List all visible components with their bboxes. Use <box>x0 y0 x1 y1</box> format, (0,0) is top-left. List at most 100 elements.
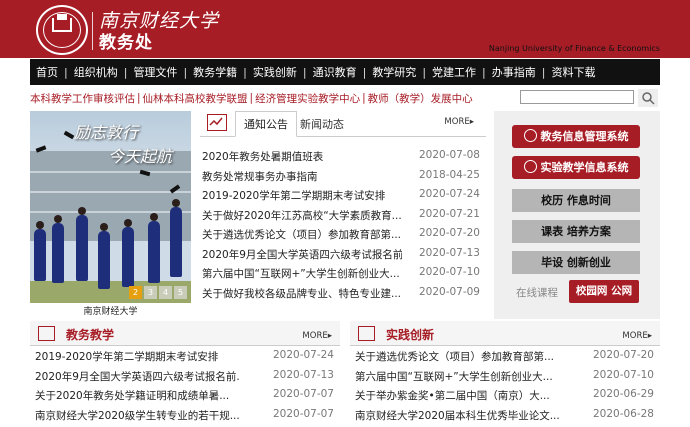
teaching-section: 教务教学 MORE▸ 2019-2020学年第二学期期末考试安排 2020-07-… <box>30 321 340 424</box>
pager-dot-2[interactable]: 3 <box>144 286 157 299</box>
graduate-head <box>78 207 86 215</box>
list-item[interactable]: 关于做好2020年江苏高校“大学素质教育... 2020-07-21 <box>200 206 486 226</box>
list-item[interactable]: 第六届中国“互联网+”大学生创新创业大... 2020-07-10 <box>200 264 486 284</box>
list-item[interactable]: 2020年9月全国大学英语四六级考试报名前... 2020-07-13 <box>200 245 486 265</box>
item-title[interactable]: 教务处常规事务办事指南 <box>202 169 318 184</box>
calendar-schedule-button[interactable]: 校历 作息时间 <box>512 189 640 212</box>
online-course-link[interactable]: 在线课程 <box>516 285 558 300</box>
pager-dot-1[interactable]: 2 <box>129 286 142 299</box>
search-button[interactable] <box>638 89 658 107</box>
list-item[interactable]: 关于遴选优秀论文（项目）参加教育部第... 2020-07-20 <box>200 225 486 245</box>
item-date: 2020-07-20 <box>592 349 654 361</box>
list-item[interactable]: 2019-2020学年第二学期期末考试安排 2020-07-24 <box>30 346 340 366</box>
logo-mark-base <box>52 18 72 32</box>
item-date: 2020-07-10 <box>592 368 654 381</box>
list-item[interactable]: 关于2020年教务处学籍证明和成绩单暑... 2020-07-07 <box>30 385 340 405</box>
academic-affairs-system-button[interactable]: 教务信息管理系统 <box>512 125 640 148</box>
item-title[interactable]: 关于做好我校各级品牌专业、特色专业建... <box>202 286 401 301</box>
campus-network-button[interactable]: 校园网 公网 <box>569 280 639 303</box>
teaching-more-link[interactable]: MORE▸ <box>302 331 332 341</box>
pager-dot-4[interactable]: 5 <box>174 286 187 299</box>
tab-notices[interactable]: 通知公告 <box>235 111 297 137</box>
nav-item[interactable]: 教学研究 <box>366 64 422 80</box>
list-item[interactable]: 关于举办紫金奖•第二届中国（南京）大... 2020-06-29 <box>350 385 660 405</box>
list-item[interactable]: 南京财经大学2020届本科生优秀毕业论文... 2020-06-28 <box>350 405 660 425</box>
nav-item[interactable]: 通识教育 <box>307 64 363 80</box>
side-panel: 教务信息管理系统 实验教学信息系统 校历 作息时间 课表 培养方案 毕设 创新创… <box>494 111 660 319</box>
nav-item[interactable]: 首页 <box>30 64 64 80</box>
practice-more-link[interactable]: MORE▸ <box>622 331 652 341</box>
button-label: 实验教学信息系统 <box>540 161 629 174</box>
graduate-figure <box>122 227 134 287</box>
item-date: 2020-07-07 <box>272 388 334 400</box>
graduate-figure <box>52 223 64 283</box>
nav-item[interactable]: 实践创新 <box>247 64 303 80</box>
chart-icon <box>207 114 227 131</box>
pager-dot-3[interactable]: 4 <box>159 286 172 299</box>
quicklink-item[interactable]: 本科教学工作审核评估 <box>30 91 135 106</box>
graduate-head <box>100 223 108 231</box>
item-title[interactable]: 2020年9月全国大学英语四六级考试报名前... <box>35 369 240 384</box>
item-title[interactable]: 南京财经大学2020届本科生优秀毕业论文... <box>355 408 560 423</box>
graduate-figure <box>76 215 88 281</box>
item-title[interactable]: 第六届中国“互联网+”大学生创新创业大... <box>202 266 400 281</box>
timetable-program-button[interactable]: 课表 培养方案 <box>512 220 640 243</box>
search-input[interactable] <box>520 90 634 104</box>
nav-item[interactable]: 管理文件 <box>127 64 183 80</box>
site-header: 南京财经大学 教务处 Nanjing University of Finance… <box>0 0 690 58</box>
item-title[interactable]: 关于2020年教务处学籍证明和成绩单暑... <box>35 388 229 403</box>
item-title[interactable]: 关于遴选优秀论文（项目）参加教育部第... <box>355 349 554 364</box>
banner-pager: 2 3 4 5 <box>129 286 187 299</box>
tab-news[interactable]: 新闻动态 <box>300 116 344 132</box>
item-date: 2020-07-10 <box>418 266 480 278</box>
practice-section: 实践创新 MORE▸ 关于遴选优秀论文（项目）参加教育部第... 2020-07-… <box>350 321 660 424</box>
item-date: 2020-07-13 <box>272 368 334 381</box>
quicklink-item[interactable]: 经济管理实验教学中心 <box>255 91 360 106</box>
list-item[interactable]: 2020年9月全国大学英语四六级考试报名前... 2020-07-13 <box>30 366 340 386</box>
item-date: 2020-06-29 <box>592 388 654 400</box>
list-item[interactable]: 教务处常规事务办事指南 2018-04-25 <box>200 167 486 187</box>
lab-teaching-system-button[interactable]: 实验教学信息系统 <box>512 156 640 179</box>
graduate-figure <box>148 221 160 283</box>
quicklink-separator: | <box>362 92 366 104</box>
list-item[interactable]: 2020年教务处暑期值班表 2020-07-08 <box>200 147 486 167</box>
thesis-innovation-button[interactable]: 毕设 创新创业 <box>512 251 640 274</box>
item-title[interactable]: 2019-2020学年第二学期期末考试安排 <box>202 188 385 203</box>
item-title[interactable]: 关于遴选优秀论文（项目）参加教育部第... <box>202 227 401 242</box>
item-date: 2020-07-24 <box>272 349 334 361</box>
item-title[interactable]: 2019-2020学年第二学期期末考试安排 <box>35 349 218 364</box>
list-item[interactable]: 南京财经大学2020级学生转专业的若干规... 2020-07-07 <box>30 405 340 425</box>
item-title[interactable]: 关于举办紫金奖•第二届中国（南京）大... <box>355 388 550 403</box>
university-logo[interactable] <box>36 5 88 55</box>
banner-slideshow[interactable]: 励志敦行 今天起航 2 3 4 5 <box>30 111 191 303</box>
item-title[interactable]: 南京财经大学2020级学生转专业的若干规... <box>35 408 240 423</box>
nav-item[interactable]: 组织机构 <box>68 64 124 80</box>
nav-item[interactable]: 教务学籍 <box>187 64 243 80</box>
share-icon <box>523 160 537 173</box>
item-title[interactable]: 第六届中国“互联网+”大学生创新创业大... <box>355 369 553 384</box>
quicklink-item[interactable]: 教师（教学）发展中心 <box>368 91 473 106</box>
nav-item[interactable]: 党建工作 <box>426 64 482 80</box>
list-item[interactable]: 关于做好我校各级品牌专业、特色专业建... 2020-07-09 <box>200 284 486 304</box>
news-list: 2020年教务处暑期值班表 2020-07-08 教务处常规事务办事指南 2018-0… <box>200 147 486 303</box>
nav-item[interactable]: 资料下载 <box>545 64 601 80</box>
item-date: 2020-07-09 <box>418 285 480 298</box>
quicklink-item[interactable]: 仙林本科高校教学联盟 <box>143 91 248 106</box>
item-title[interactable]: 关于做好2020年江苏高校“大学素质教育... <box>202 208 402 223</box>
list-item[interactable]: 关于遴选优秀论文（项目）参加教育部第... 2020-07-20 <box>350 346 660 366</box>
item-title[interactable]: 2020年9月全国大学英语四六级考试报名前... <box>202 247 402 262</box>
banner-slogan-1: 励志敦行 <box>74 123 139 142</box>
header-divider <box>92 12 93 50</box>
graduate-head <box>54 215 62 223</box>
university-name-en: Nanjing University of Finance & Economic… <box>488 44 660 53</box>
main-nav: 首页 | 组织机构 | 管理文件 | 教务学籍 | 实践创新 | 通识教育 | 教学研究 | 党建工作 | 办事… <box>30 59 660 85</box>
item-date: 2018-04-25 <box>418 168 480 181</box>
item-title[interactable]: 2020年教务处暑期值班表 <box>202 149 323 164</box>
news-more-link[interactable]: MORE▸ <box>444 117 474 127</box>
nav-item[interactable]: 办事指南 <box>486 64 542 80</box>
list-item[interactable]: 第六届中国“互联网+”大学生创新创业大... 2020-07-10 <box>350 366 660 386</box>
list-item[interactable]: 2019-2020学年第二学期期末考试安排 2020-07-24 <box>200 186 486 206</box>
chat-icon <box>358 326 375 341</box>
graduate-figure <box>98 231 110 289</box>
atom-icon <box>523 129 537 142</box>
